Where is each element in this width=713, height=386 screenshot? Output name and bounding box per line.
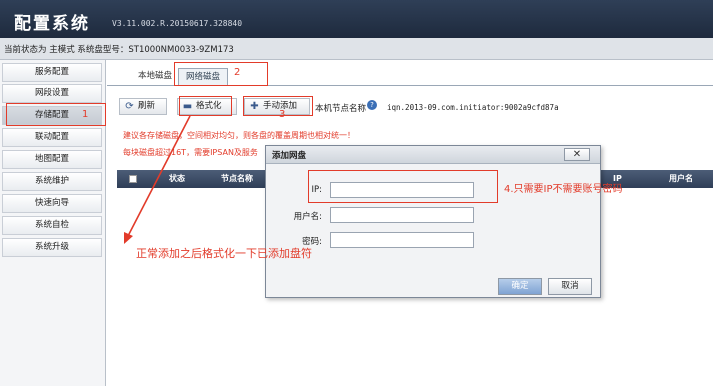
select-all-checkbox[interactable] bbox=[129, 175, 137, 183]
annotation-ip-note: 4.只需要IP不需要账号密码 bbox=[504, 184, 623, 195]
question-icon[interactable]: ? bbox=[367, 100, 377, 110]
sidebar-item-quick-wizard[interactable]: 快速向导 bbox=[2, 194, 102, 213]
tip-line-2: 每块磁盘超过16T，需要IPSAN及服务 bbox=[123, 148, 258, 157]
annotation-format-note: 正常添加之后格式化一下已添加盘符 bbox=[136, 247, 312, 260]
username-label: 用户名: bbox=[293, 212, 322, 222]
sidebar-item-system-maintenance[interactable]: 系统维护 bbox=[2, 172, 102, 191]
sidebar-item-network-segment[interactable]: 网段设置 bbox=[2, 84, 102, 103]
sidebar-item-self-check[interactable]: 系统自检 bbox=[2, 216, 102, 235]
title-bar: 配置系统 V3.11.002.R.20150617.328840 bbox=[0, 0, 713, 38]
refresh-label: 刷新 bbox=[138, 101, 156, 111]
annotation-number-1: 1 bbox=[82, 109, 89, 120]
tab-local-disk[interactable]: 本地磁盘 bbox=[131, 68, 179, 86]
refresh-button[interactable]: ⟳ 刷新 bbox=[119, 98, 167, 115]
dialog-title: 添加网盘 bbox=[272, 151, 307, 161]
tip-line-1: 建议各存储磁盘，空间相对均匀，则各盘的覆盖周期也相对统一！ bbox=[123, 131, 355, 140]
ok-button[interactable]: 确定 bbox=[498, 278, 542, 295]
annotation-number-3: 3 bbox=[279, 109, 286, 120]
status-text: 当前状态为 主模式 系统盘型号：ST1000NM0033-9ZM173 bbox=[4, 45, 234, 55]
app-title: 配置系统 bbox=[14, 14, 90, 34]
status-bar: 当前状态为 主模式 系统盘型号：ST1000NM0033-9ZM173 bbox=[0, 38, 713, 60]
dialog-header: 添加网盘 ✕ bbox=[266, 146, 600, 164]
annotation-box-format bbox=[179, 96, 232, 116]
cancel-button[interactable]: 取消 bbox=[548, 278, 592, 295]
annotation-number-2: 2 bbox=[234, 67, 241, 78]
initiator-label: 本机节点名称 bbox=[315, 104, 367, 114]
sidebar-item-linkage-config[interactable]: 联动配置 bbox=[2, 128, 102, 147]
username-input[interactable] bbox=[330, 207, 474, 223]
refresh-icon: ⟳ bbox=[125, 101, 134, 112]
sidebar-item-system-upgrade[interactable]: 系统升级 bbox=[2, 238, 102, 257]
annotation-box-ip bbox=[308, 170, 498, 203]
app-version: V3.11.002.R.20150617.328840 bbox=[112, 19, 243, 28]
password-input[interactable] bbox=[330, 232, 474, 248]
sidebar-item-service-config[interactable]: 服务配置 bbox=[2, 63, 102, 82]
column-username: 用户名 bbox=[669, 174, 693, 183]
annotation-box-manual-add bbox=[243, 96, 313, 116]
sidebar-item-map-config[interactable]: 地图配置 bbox=[2, 150, 102, 169]
initiator-value: iqn.2013-09.com.initiator:9002a9cfd87a bbox=[387, 103, 559, 112]
annotation-box-storage bbox=[6, 103, 106, 126]
close-icon[interactable]: ✕ bbox=[564, 148, 590, 161]
column-status: 状态 bbox=[169, 174, 185, 183]
annotation-box-network-tab bbox=[174, 62, 268, 86]
column-node-name: 节点名称 bbox=[221, 174, 253, 183]
add-network-disk-dialog: 添加网盘 ✕ IP: 用户名: 密码: 确定 取消 bbox=[265, 145, 601, 298]
